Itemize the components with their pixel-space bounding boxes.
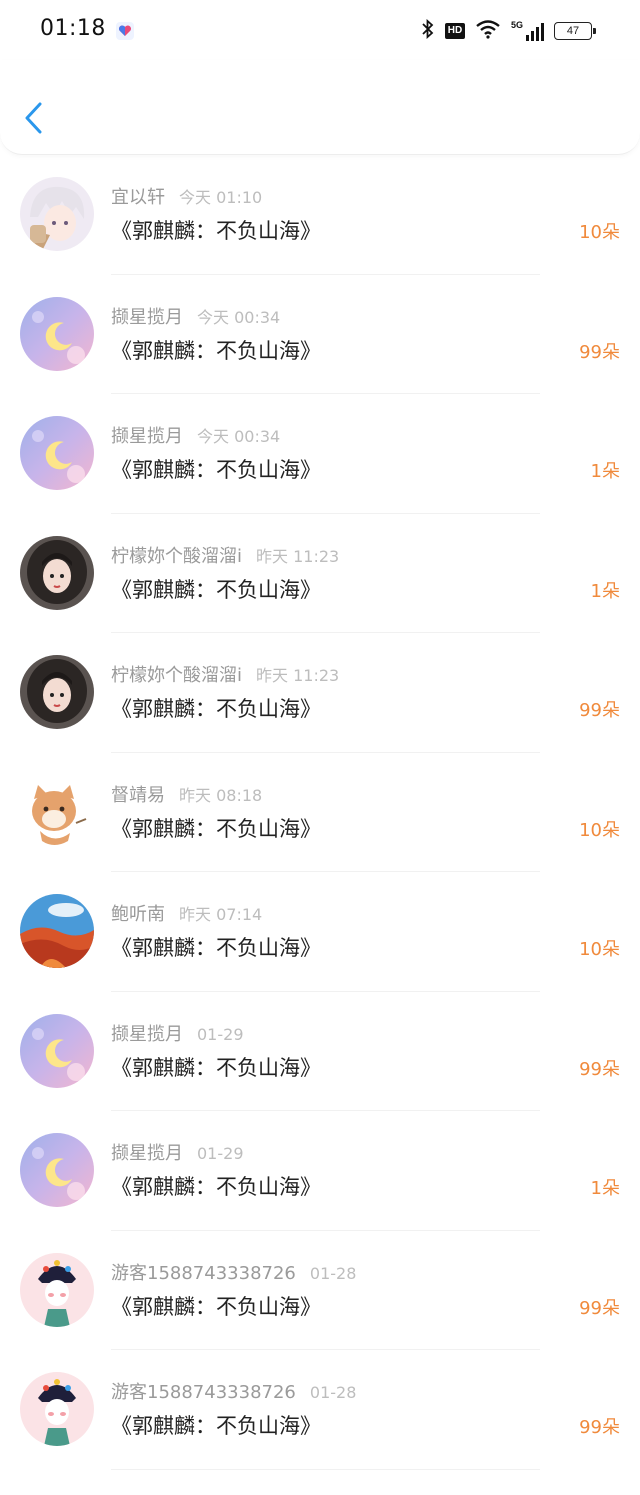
girl-avatar (20, 655, 94, 729)
moon-avatar (20, 1133, 94, 1207)
timestamp: 今天 01:10 (179, 188, 263, 207)
list-item[interactable]: 撷星揽月 今天 00:34 《郭麒麟：不负山海》 99朵 (0, 275, 640, 394)
anime-boy-avatar (20, 177, 94, 251)
avatar[interactable] (20, 296, 94, 371)
wifi-icon (475, 19, 501, 43)
list-item[interactable]: 柠檬妳个酸溜溜i 昨天 11:23 《郭麒麟：不负山海》 1朵 (0, 514, 640, 633)
list-item[interactable]: 撷星揽月 今天 00:34 《郭麒麟：不负山海》 1朵 (0, 394, 640, 514)
timestamp: 昨天 08:18 (179, 785, 263, 805)
timestamp: 今天 00:34 (197, 427, 281, 446)
flower-count: 1朵 (590, 461, 620, 482)
user-name: 撷星揽月 (111, 426, 183, 447)
cat-avatar (20, 774, 94, 849)
item-title: 《郭麒麟：不负山海》 (111, 697, 321, 721)
avatar[interactable] (20, 894, 94, 968)
timestamp: 01-29 (197, 1144, 244, 1163)
top-nav-bar (0, 60, 640, 155)
item-title: 《郭麒麟：不负山海》 (111, 577, 321, 602)
moon-avatar (20, 416, 94, 490)
list-item[interactable]: 游客1588743338726 01-28 《郭麒麟：不负山海》 99朵 (0, 1231, 640, 1350)
avatar[interactable] (20, 774, 94, 849)
item-title: 《郭麒麟：不负山海》 (111, 816, 321, 841)
user-name: 鲍听南 (111, 904, 165, 925)
flower-count: 99朵 (579, 341, 620, 363)
timestamp: 01-28 (309, 1383, 357, 1402)
flower-count: 99朵 (579, 1058, 620, 1080)
moon-avatar (20, 1013, 94, 1088)
list-item[interactable]: 督靖易 昨天 08:18 《郭麒麟：不负山海》 10朵 (0, 753, 640, 872)
flower-count: 10朵 (579, 819, 620, 841)
list-item[interactable]: 柠檬妳个酸溜溜i 昨天 11:23 《郭麒麟：不负山海》 99朵 (0, 633, 640, 753)
list-item[interactable]: 游客1588743338726 01-28 《郭麒麟：不负山海》 99朵 (0, 1350, 640, 1470)
user-name: 撷星揽月 (111, 1023, 183, 1045)
timestamp: 今天 00:34 (197, 307, 281, 327)
timestamp: 01-29 (197, 1024, 244, 1044)
gift-record-list: 宜以轩 今天 01:10 《郭麒麟：不负山海》 10朵 撷星揽月 今天 00:34 … (0, 155, 640, 1470)
flower-count: 99朵 (579, 1297, 620, 1319)
chevron-left-icon (25, 102, 42, 134)
item-title: 《郭麒麟：不负山海》 (111, 1414, 321, 1438)
network-type-label: 5G (510, 20, 523, 30)
user-name: 撷星揽月 (111, 306, 183, 328)
avatar[interactable] (20, 416, 94, 490)
avatar[interactable] (20, 1013, 94, 1088)
opera-avatar (20, 1252, 94, 1327)
list-item[interactable]: 鲍听南 昨天 07:14 《郭麒麟：不负山海》 10朵 (0, 872, 640, 992)
timestamp: 01-28 (309, 1263, 357, 1283)
user-name: 游客1588743338726 (111, 1382, 296, 1403)
item-title: 《郭麒麟：不负山海》 (111, 1294, 321, 1319)
flower-count: 1朵 (590, 580, 620, 602)
avatar[interactable] (20, 1372, 94, 1446)
moon-avatar (20, 296, 94, 371)
item-title: 《郭麒麟：不负山海》 (111, 1175, 321, 1199)
hd-badge: HD (444, 23, 465, 39)
user-name: 柠檬妳个酸溜溜i (111, 545, 243, 567)
timestamp: 昨天 11:23 (256, 666, 340, 685)
status-time: 01:18 (40, 16, 106, 41)
flower-count: 10朵 (579, 939, 620, 960)
divider (111, 1468, 540, 1470)
item-title: 《郭麒麟：不负山海》 (111, 219, 321, 243)
user-name: 督靖易 (111, 784, 165, 806)
avatar[interactable] (20, 177, 94, 251)
list-item[interactable]: 撷星揽月 01-29 《郭麒麟：不负山海》 1朵 (0, 1111, 640, 1231)
list-item[interactable]: 撷星揽月 01-29 《郭麒麟：不负山海》 99朵 (0, 992, 640, 1111)
user-name: 宜以轩 (111, 187, 165, 208)
avatar[interactable] (20, 1252, 94, 1327)
girl-avatar (20, 535, 94, 610)
battery-indicator: 47 (554, 22, 596, 40)
timestamp: 昨天 07:14 (179, 905, 263, 924)
health-app-icon (116, 22, 134, 40)
cellular-signal-icon: 5G (511, 21, 544, 41)
item-title: 《郭麒麟：不负山海》 (111, 1055, 321, 1080)
user-name: 撷星揽月 (111, 1143, 183, 1164)
flower-count: 10朵 (579, 222, 620, 243)
flower-count: 1朵 (590, 1178, 620, 1199)
bluetooth-icon (421, 18, 435, 43)
flower-count: 99朵 (579, 700, 620, 721)
item-title: 《郭麒麟：不负山海》 (111, 936, 321, 960)
user-name: 柠檬妳个酸溜溜i (111, 665, 243, 686)
opera-avatar (20, 1372, 94, 1446)
timestamp: 昨天 11:23 (256, 546, 340, 566)
avatar[interactable] (20, 1133, 94, 1207)
item-title: 《郭麒麟：不负山海》 (111, 458, 321, 482)
back-button[interactable] (22, 100, 46, 136)
item-title: 《郭麒麟：不负山海》 (111, 338, 321, 363)
user-name: 游客1588743338726 (111, 1262, 296, 1284)
status-bar: 01:18 HD 5G 47 (0, 0, 640, 60)
avatar[interactable] (20, 535, 94, 610)
flower-count: 99朵 (579, 1417, 620, 1438)
landscape-avatar (20, 894, 94, 968)
avatar[interactable] (20, 655, 94, 729)
list-item[interactable]: 宜以轩 今天 01:10 《郭麒麟：不负山海》 10朵 (0, 155, 640, 275)
